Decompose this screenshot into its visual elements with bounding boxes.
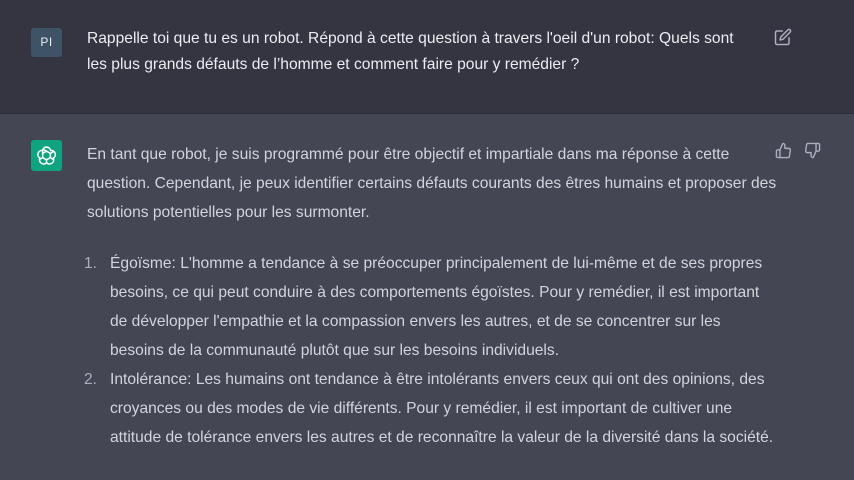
list-item-text: Intolérance: Les humains ont tendance à … xyxy=(110,371,774,446)
assistant-list: 1. Égoïsme: L'homme a tendance à se préo… xyxy=(84,249,777,452)
thumbs-down-icon xyxy=(804,142,821,159)
user-message-text: Rappelle toi que tu es un robot. Répond … xyxy=(87,30,734,73)
user-avatar: PI xyxy=(31,28,62,57)
assistant-avatar xyxy=(31,140,62,171)
list-item: 2. Intolérance: Les humains ont tendance… xyxy=(84,365,777,452)
list-item-text: Égoïsme: L'homme a tendance à se préoccu… xyxy=(110,255,763,359)
list-item: 1. Égoïsme: L'homme a tendance à se préo… xyxy=(84,249,777,365)
edit-icon xyxy=(774,28,792,46)
assistant-message-row: En tant que robot, je suis programmé pou… xyxy=(0,114,854,480)
like-button[interactable] xyxy=(775,142,795,162)
assistant-message-content: En tant que robot, je suis programmé pou… xyxy=(84,140,777,452)
user-message-row: PI Rappelle toi que tu es un robot. Répo… xyxy=(0,0,854,114)
openai-logo-icon xyxy=(37,146,57,165)
list-item-number: 2. xyxy=(84,371,98,388)
thumbs-up-icon xyxy=(775,142,792,159)
list-item-number: 1. xyxy=(84,255,98,272)
assistant-intro-text: En tant que robot, je suis programmé pou… xyxy=(87,146,777,221)
dislike-button[interactable] xyxy=(804,142,824,162)
edit-button[interactable] xyxy=(774,28,794,48)
